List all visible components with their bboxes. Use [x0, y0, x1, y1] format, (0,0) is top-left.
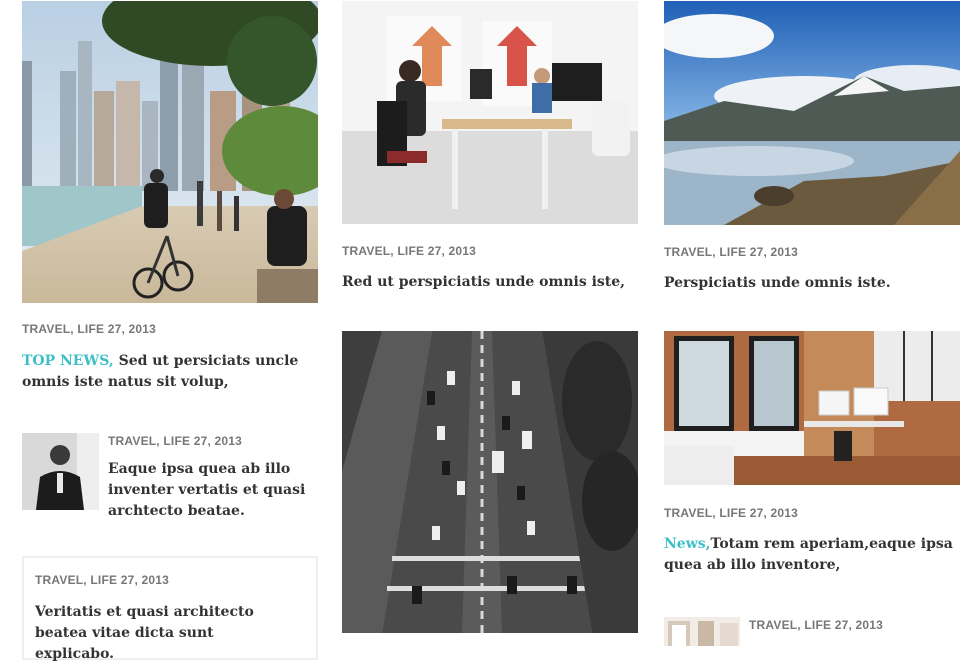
boxed-post-title[interactable]: Veritatis et quasi architecto beatea vit…: [35, 602, 295, 665]
post-image[interactable]: [664, 1, 960, 225]
small-post-title[interactable]: Eaque ipsa quea ab illo inventer vertati…: [108, 459, 308, 522]
category-tag[interactable]: News,: [664, 536, 711, 552]
loft-home-office-photo: [664, 331, 960, 485]
small-post-meta: TRAVEL, LIFE 27, 2013: [108, 434, 243, 448]
post-meta: TRAVEL, LIFE 27, 2013: [664, 506, 799, 520]
category-tag[interactable]: TOP NEWS,: [22, 353, 114, 369]
post-title[interactable]: Perspiciatis unde omnis iste.: [664, 273, 960, 294]
interior-room-photo: [664, 617, 740, 646]
post-meta: TRAVEL, LIFE 27, 2013: [342, 244, 477, 258]
post-meta: TRAVEL, LIFE 27, 2013: [664, 245, 799, 259]
post-title[interactable]: Red ut perspiciatis unde omnis iste,: [342, 272, 632, 293]
boxed-post-meta: TRAVEL, LIFE 27, 2013: [35, 573, 170, 587]
feature-post-image[interactable]: [22, 1, 318, 303]
post-image[interactable]: [342, 331, 638, 633]
mountain-lake-photo: [664, 1, 960, 225]
city-street-aerial-photo: [342, 331, 638, 633]
feature-post-meta: TRAVEL, LIFE 27, 2013: [22, 322, 157, 336]
feature-post-title[interactable]: TOP NEWS, Sed ut persiciats uncle omnis …: [22, 351, 302, 393]
man-portrait-photo: [22, 433, 99, 510]
small-post-image[interactable]: [664, 617, 740, 646]
post-image[interactable]: [342, 1, 638, 224]
office-workspace-photo: [342, 1, 638, 224]
small-post-image[interactable]: [22, 433, 99, 510]
small-post-meta: TRAVEL, LIFE 27, 2013: [749, 618, 884, 632]
post-image[interactable]: [664, 331, 960, 485]
city-lakefront-cyclist-photo: [22, 1, 318, 303]
post-title[interactable]: News,Totam rem aperiam,eaque ipsa quea a…: [664, 534, 964, 576]
